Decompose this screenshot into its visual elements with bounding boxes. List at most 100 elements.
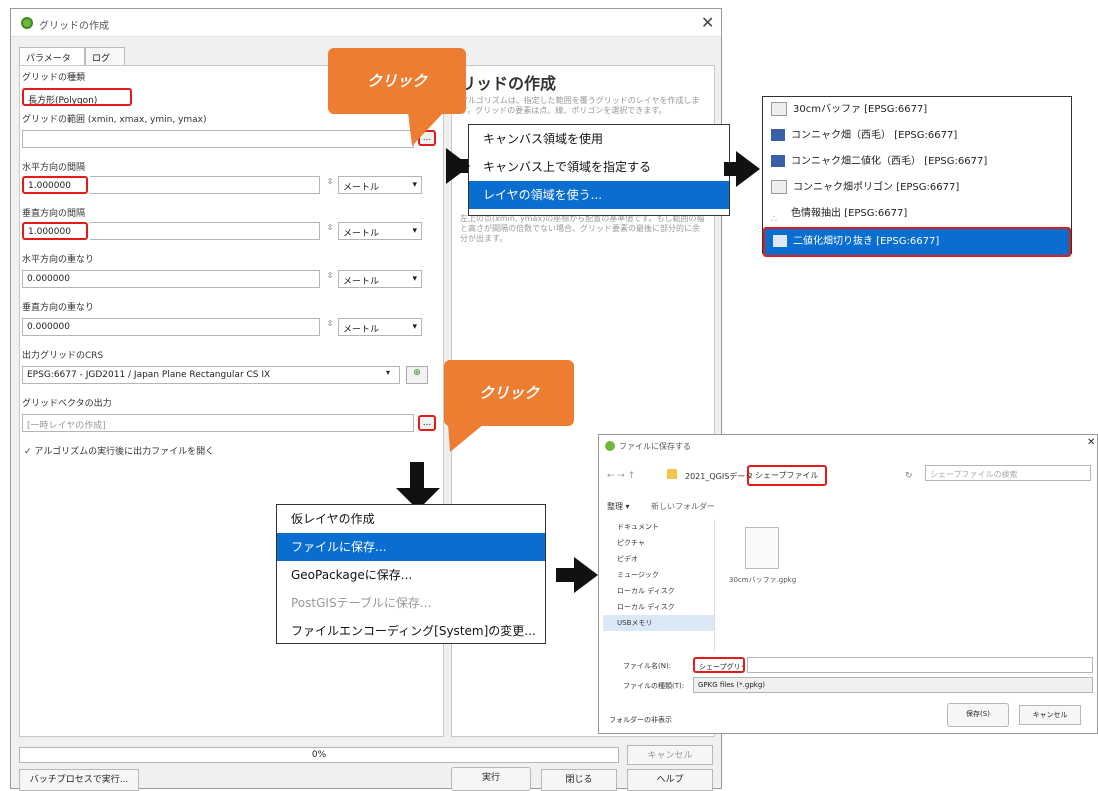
- layer-item[interactable]: 30cmバッファ [EPSG:6677]: [763, 97, 1071, 123]
- title-bar: グリッドの作成 ✕: [11, 9, 721, 37]
- extent-input[interactable]: [22, 130, 414, 148]
- layer-item[interactable]: コンニャク畑ポリゴン [EPSG:6677]: [763, 175, 1071, 201]
- batch-process-button[interactable]: バッチプロセスで実行...: [19, 769, 139, 791]
- progress-cancel-button[interactable]: キャンセル: [627, 745, 713, 765]
- save-dialog-title: ファイルに保存する: [619, 442, 691, 451]
- breadcrumb-parent[interactable]: 2021_QGISデータ: [685, 471, 753, 482]
- filename-input-tail[interactable]: [747, 657, 1093, 673]
- save-cancel-button[interactable]: キャンセル: [1019, 705, 1081, 725]
- nav-arrows-icon[interactable]: ← → ↑: [607, 471, 635, 481]
- qgis-logo-icon: [605, 441, 615, 451]
- file-icon[interactable]: [745, 527, 779, 569]
- v-spacing-unit-select[interactable]: メートル ▾: [338, 222, 422, 240]
- menu-item-draw-on-canvas[interactable]: キャンバス上で領域を指定する: [469, 153, 729, 181]
- polygon-layer-icon: [771, 180, 787, 194]
- h-spacing-input-tail[interactable]: [90, 176, 320, 194]
- spinner-icon[interactable]: ⇳: [324, 177, 336, 193]
- layer-name: コンニャク畑（西毛） [EPSG:6677]: [791, 130, 958, 141]
- h-spacing-label: 水平方向の間隔: [22, 163, 86, 173]
- layer-name: 色情報抽出 [EPSG:6677]: [791, 208, 908, 219]
- layer-name: コンニャク畑二値化（西毛） [EPSG:6677]: [791, 156, 988, 167]
- close-button[interactable]: 閉じる: [541, 769, 617, 791]
- raster-layer-icon: [771, 129, 785, 141]
- h-overlay-label: 水平方向の重なり: [22, 255, 95, 265]
- sidebar-item[interactable]: ミュージック: [603, 567, 714, 583]
- h-overlay-input[interactable]: 0.000000: [22, 270, 320, 288]
- unit-text: メートル: [343, 277, 380, 287]
- crs-select-icon[interactable]: ⊕: [406, 366, 428, 384]
- crs-select[interactable]: EPSG:6677 - JGD2011 / Japan Plane Rectan…: [22, 366, 400, 384]
- tab-parameters[interactable]: パラメーター: [19, 47, 85, 77]
- layer-item-selected[interactable]: 二値化畑切り抜き [EPSG:6677]: [763, 227, 1071, 257]
- v-spacing-input-tail[interactable]: [90, 222, 320, 240]
- sidebar-item[interactable]: ピクチャ: [603, 535, 714, 551]
- search-input[interactable]: シェープファイルの検索: [925, 465, 1091, 481]
- hide-folders-toggle[interactable]: フォルダーの非表示: [609, 715, 672, 725]
- check-icon: ✓: [24, 447, 35, 457]
- menu-item-change-encoding[interactable]: ファイルエンコーディング[System]の変更...: [277, 617, 545, 645]
- output-options-button[interactable]: ...: [418, 415, 436, 431]
- menu-item-save-to-file[interactable]: ファイルに保存...: [277, 533, 545, 561]
- sidebar-item[interactable]: ドキュメント: [603, 519, 714, 535]
- extent-label: グリッドの範囲 (xmin, xmax, ymin, ymax): [22, 115, 207, 125]
- layer-item[interactable]: コンニャク畑（西毛） [EPSG:6677]: [763, 123, 1071, 149]
- v-overlay-input[interactable]: 0.000000: [22, 318, 320, 336]
- save-file-dialog: ファイルに保存する ✕ ← → ↑ 2021_QGISデータ シェープファイル …: [598, 434, 1098, 734]
- h-spacing-unit-select[interactable]: メートル ▾: [338, 176, 422, 194]
- layer-item[interactable]: コンニャク畑二値化（西毛） [EPSG:6677]: [763, 149, 1071, 175]
- menu-item-save-geopackage[interactable]: GeoPackageに保存...: [277, 561, 545, 589]
- point-layer-icon: ∴: [771, 214, 778, 225]
- arrow-right-head-icon: [574, 557, 598, 593]
- menu-item-use-layer-extent[interactable]: レイヤの領域を使う...: [469, 181, 729, 209]
- qgis-logo-icon: [21, 17, 33, 29]
- sidebar-item[interactable]: ローカル ディスク: [603, 599, 714, 615]
- output-input[interactable]: [一時レイヤの作成]: [22, 414, 414, 432]
- h-overlay-unit-select[interactable]: メートル ▾: [338, 270, 422, 288]
- spinner-icon[interactable]: ⇳: [324, 223, 336, 239]
- raster-layer-icon: [773, 235, 787, 247]
- chevron-down-icon[interactable]: ▾: [386, 368, 390, 377]
- refresh-icon[interactable]: ↻: [905, 471, 913, 481]
- polygon-layer-icon: [771, 102, 787, 116]
- dialog-title: グリッドの作成: [39, 21, 109, 32]
- layer-item[interactable]: ∴ 色情報抽出 [EPSG:6677]: [763, 201, 1071, 227]
- menu-item-use-canvas-extent[interactable]: キャンバス領域を使用: [469, 125, 729, 153]
- file-name[interactable]: 30cmバッファ.gpkg: [729, 575, 796, 585]
- breadcrumb-current[interactable]: シェープファイル: [747, 465, 827, 486]
- progress-bar: 0%: [19, 747, 619, 763]
- chevron-down-icon: ▾: [412, 180, 417, 190]
- menu-item-temp-layer[interactable]: 仮レイヤの作成: [277, 505, 545, 533]
- new-folder-button[interactable]: 新しいフォルダー: [651, 501, 715, 512]
- organize-button[interactable]: 整理 ▾: [607, 501, 630, 512]
- filename-input[interactable]: シェープグリッド: [693, 657, 745, 673]
- menu-item-save-postgis: PostGISテーブルに保存...: [291, 596, 432, 610]
- sidebar-item[interactable]: USBメモリ: [603, 615, 714, 631]
- close-icon[interactable]: ✕: [1087, 437, 1095, 448]
- layer-name: コンニャク畑ポリゴン [EPSG:6677]: [793, 182, 960, 193]
- spinner-icon[interactable]: ⇳: [324, 319, 336, 335]
- extent-menu: キャンバス領域を使用 キャンバス上で領域を指定する レイヤの領域を使う...: [468, 124, 730, 216]
- help-button[interactable]: ヘルプ: [627, 769, 713, 791]
- save-button[interactable]: 保存(S): [947, 703, 1009, 727]
- grid-type-select[interactable]: 長方形(Polygon): [22, 88, 132, 106]
- tab-log[interactable]: ログ: [85, 47, 125, 65]
- v-overlay-label: 垂直方向の重なり: [22, 303, 95, 313]
- help-paragraph-1: アルゴリズムは、指定した範囲を覆うグリッドのレイヤを作成します。グリッドの要素は…: [460, 96, 700, 115]
- spinner-icon[interactable]: ⇳: [324, 271, 336, 287]
- sidebar-item[interactable]: ビデオ: [603, 551, 714, 567]
- nav-sidebar: ドキュメント ピクチャ ビデオ ミュージック ローカル ディスク ローカル ディ…: [603, 519, 715, 651]
- filetype-select[interactable]: GPKG files (*.gpkg): [693, 677, 1093, 693]
- v-spacing-input[interactable]: 1.000000: [22, 222, 88, 240]
- v-spacing-label: 垂直方向の間隔: [22, 209, 86, 219]
- help-paragraph-2: 左上の点(xmin, ymax)の座標から配置の基準値です。もし範囲の幅と高さが…: [460, 214, 705, 243]
- arrow-right-head-icon: [446, 148, 470, 184]
- sidebar-item[interactable]: ローカル ディスク: [603, 583, 714, 599]
- open-after-label: アルゴリズムの実行後に出力ファイルを開く: [34, 447, 215, 457]
- close-icon[interactable]: ✕: [701, 13, 714, 32]
- run-button[interactable]: 実行: [451, 767, 531, 791]
- grid-type-label: グリッドの種類: [22, 73, 86, 83]
- chevron-down-icon: ▾: [412, 274, 417, 284]
- v-overlay-unit-select[interactable]: メートル ▾: [338, 318, 422, 336]
- h-spacing-input[interactable]: 1.000000: [22, 176, 88, 194]
- open-after-checkbox[interactable]: ✓ アルゴリズムの実行後に出力ファイルを開く: [24, 444, 214, 457]
